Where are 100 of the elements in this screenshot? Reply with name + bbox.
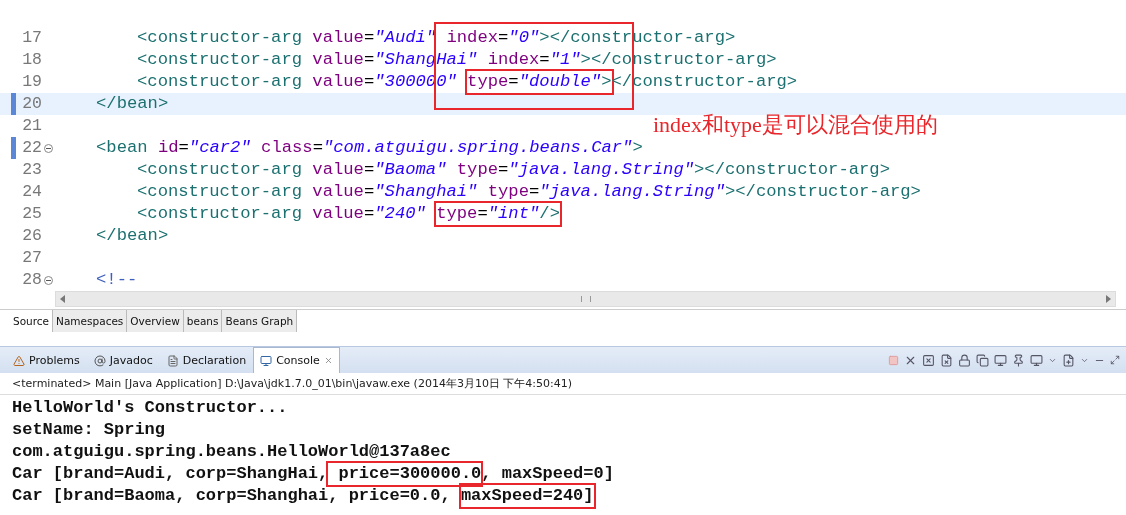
monitor-icon[interactable] <box>994 353 1007 367</box>
code-token: index <box>445 27 499 49</box>
code-token: "int" <box>487 203 540 225</box>
code-token: <constructor-arg <box>137 203 303 225</box>
code-token: <!-- <box>96 269 138 291</box>
console-output: com.atguigu.spring.beans.HelloWorld@137a8ec <box>12 441 451 463</box>
line-number: 19 <box>21 71 42 93</box>
code-token: "Shanghai" <box>374 181 478 203</box>
line-number: 20 <box>21 93 42 115</box>
editor-page-tab[interactable]: Beans Graph <box>222 310 298 332</box>
code-token: "1" <box>549 49 581 71</box>
code-token: = <box>312 137 323 159</box>
code-token: = <box>498 159 509 181</box>
code-token: = <box>529 181 540 203</box>
code-token: value <box>311 71 364 93</box>
annotation-note: index和type是可以混合使用的 <box>653 111 938 139</box>
view-tab[interactable]: Declaration <box>159 347 254 373</box>
tab-label: Problems <box>29 354 80 367</box>
clear-console-icon[interactable] <box>940 353 953 367</box>
code-token: = <box>539 49 550 71</box>
fold-icon[interactable] <box>44 275 53 285</box>
code-token: <constructor-arg <box>137 49 303 71</box>
code-token: value <box>311 27 364 49</box>
tab-label: Javadoc <box>109 354 153 367</box>
code-token: </bean> <box>96 93 169 115</box>
code-token: "Baoma" <box>374 159 447 181</box>
tab-label: Declaration <box>182 354 247 367</box>
code-token: ></constructor-arg> <box>694 159 890 181</box>
code-token: type <box>436 203 478 225</box>
code-token: > <box>632 137 643 159</box>
editor-page-tab[interactable]: Namespaces <box>53 310 128 332</box>
editor-page-tab[interactable]: beans <box>183 310 223 332</box>
warning-icon <box>13 354 25 367</box>
code-token: <constructor-arg <box>137 71 303 93</box>
code-token: value <box>311 203 364 225</box>
code-token: id <box>156 137 179 159</box>
code-token: <constructor-arg <box>137 27 303 49</box>
code-token: = <box>363 181 375 203</box>
pin-icon[interactable] <box>1012 353 1025 367</box>
console-output: HelloWorld's Constructor... <box>12 397 288 419</box>
code-token: "double" <box>518 71 602 93</box>
line-number: 23 <box>21 159 42 181</box>
line-number: 22 <box>21 137 42 159</box>
line-number: 21 <box>21 115 42 137</box>
code-token: type <box>467 71 509 93</box>
maximize-icon[interactable] <box>1110 355 1120 365</box>
at-sign-icon <box>93 354 106 367</box>
code-token: > <box>601 71 612 93</box>
code-token: = <box>363 71 375 93</box>
display-icon[interactable] <box>1030 353 1043 367</box>
code-token: ></constructor-arg> <box>724 181 921 203</box>
fold-icon[interactable] <box>44 143 53 153</box>
code-token: type <box>455 159 499 181</box>
code-token: = <box>363 203 375 225</box>
line-number: 28 <box>21 269 42 291</box>
code-token: "java.lang.String" <box>539 181 725 203</box>
tab-label: Console <box>276 354 320 367</box>
code-token: /> <box>539 203 560 225</box>
line-number: 24 <box>21 181 42 203</box>
code-token: = <box>363 49 375 71</box>
code-token: </bean> <box>96 225 169 247</box>
view-tab[interactable]: Console <box>253 347 340 373</box>
code-token: = <box>178 137 189 159</box>
code-token: "car2" <box>188 137 251 159</box>
editor-page-tab[interactable]: Source <box>10 310 54 332</box>
line-number: 26 <box>21 225 42 247</box>
console-output: setName: Spring <box>12 419 166 441</box>
line-number: 27 <box>21 247 42 269</box>
code-token: "com.atguigu.spring.beans.Car" <box>322 137 633 159</box>
code-token: value <box>311 49 364 71</box>
console-output: maxSpeed=240] <box>460 485 594 507</box>
code-token: "java.lang.String" <box>508 159 694 181</box>
remove-all-icon[interactable] <box>922 353 935 367</box>
line-number: 18 <box>21 49 42 71</box>
code-token: <bean <box>96 137 148 159</box>
code-token: <constructor-arg <box>137 159 303 181</box>
editor-page-tab[interactable]: Overview <box>127 310 184 332</box>
console-output: price=300000.0 <box>328 463 482 485</box>
line-number: 17 <box>21 27 42 49</box>
close-icon[interactable] <box>323 356 333 365</box>
code-token: value <box>311 159 364 181</box>
code-token: = <box>498 27 509 49</box>
code-token: value <box>311 181 364 203</box>
new-console-icon[interactable] <box>1062 353 1075 367</box>
lock-icon[interactable] <box>958 353 971 367</box>
code-token: = <box>363 27 375 49</box>
view-tab[interactable]: Problems <box>6 347 87 373</box>
horizontal-scrollbar[interactable] <box>55 291 1116 307</box>
view-tab[interactable]: Javadoc <box>86 347 160 373</box>
line-number: 25 <box>21 203 42 225</box>
code-token: "Audi" <box>374 27 437 49</box>
code-token: class <box>260 137 313 159</box>
code-token: = <box>363 159 375 181</box>
console-output: Car [brand=Audi, corp=ShangHai, <box>12 463 329 485</box>
console-output: , maxSpeed=0] <box>481 463 614 485</box>
code-token: "240" <box>374 203 427 225</box>
code-token: = <box>477 203 488 225</box>
code-token: = <box>508 71 519 93</box>
code-token: index <box>486 49 540 71</box>
copy-icon[interactable] <box>976 353 989 367</box>
